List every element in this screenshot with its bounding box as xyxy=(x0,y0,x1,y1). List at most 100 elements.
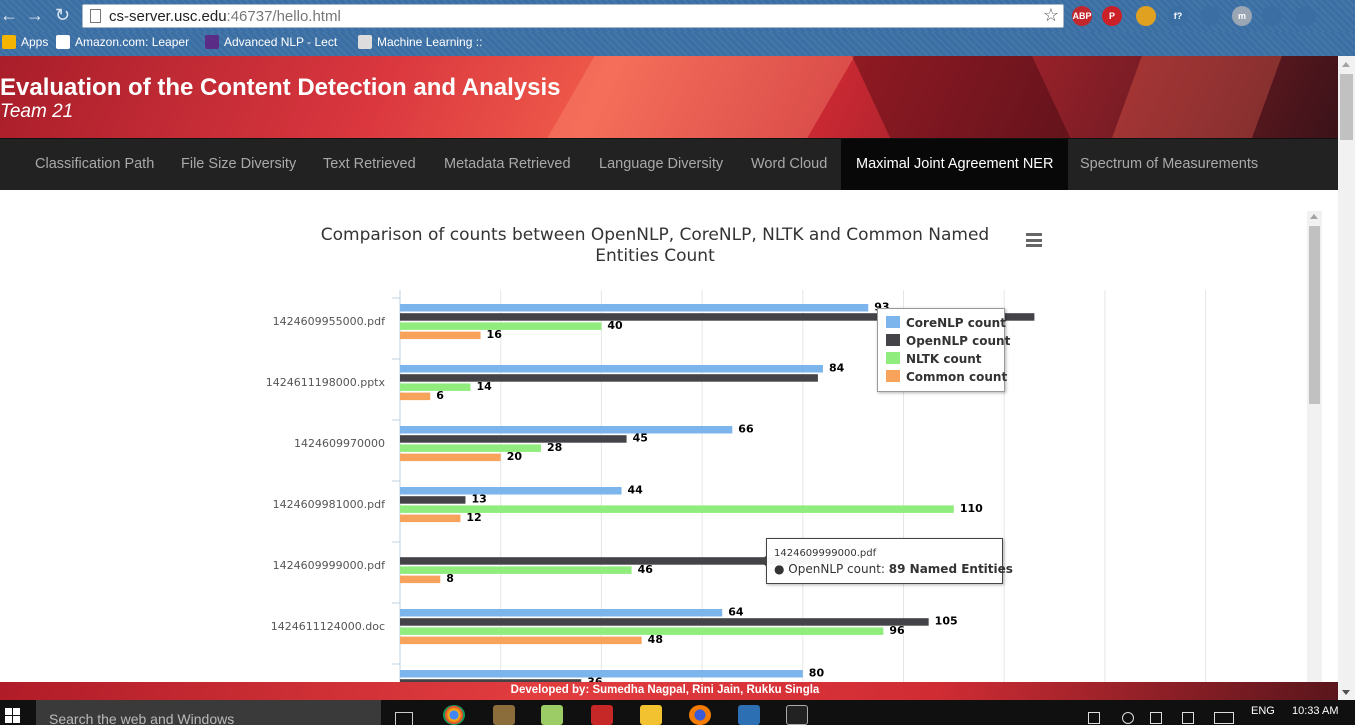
bar[interactable] xyxy=(400,304,869,312)
category-label: 1424611124000.doc xyxy=(271,620,385,633)
data-label: 66 xyxy=(738,423,754,436)
adblock-icon[interactable]: ABP xyxy=(1072,6,1092,26)
bar[interactable] xyxy=(400,505,954,513)
recycle-icon[interactable] xyxy=(1296,6,1316,26)
tab-language-diversity[interactable]: Language Diversity xyxy=(584,139,738,190)
terminal-taskbar-icon[interactable] xyxy=(786,705,808,725)
wifi-icon[interactable] xyxy=(1122,712,1134,724)
notification-icon[interactable] xyxy=(1182,712,1194,724)
address-bar[interactable]: cs-server.usc.edu:46737/hello.html ☆ xyxy=(82,4,1064,28)
page-scroll-up-icon[interactable] xyxy=(1342,62,1350,67)
keyboard-icon[interactable] xyxy=(1214,712,1234,724)
network-icon[interactable] xyxy=(1088,712,1100,724)
bookmark-item[interactable]: Advanced NLP - Lect xyxy=(205,35,337,49)
profile-icon[interactable]: m xyxy=(1232,6,1252,26)
forward-icon[interactable]: → xyxy=(26,5,44,26)
browser-toolbar: ← → ↻ cs-server.usc.edu:46737/hello.html… xyxy=(0,0,1355,32)
bar[interactable] xyxy=(400,365,823,373)
filezilla-taskbar-icon[interactable] xyxy=(591,705,613,725)
bookmark-item[interactable]: Amazon.com: Leaper xyxy=(56,35,189,49)
tab-file-size-diversity[interactable]: File Size Diversity xyxy=(166,139,311,190)
bookmark-item[interactable]: Apps xyxy=(2,35,48,49)
reload-icon[interactable]: ↻ xyxy=(55,5,70,26)
store-taskbar-icon[interactable] xyxy=(738,705,760,725)
tab-maximal-joint-agreement-ner[interactable]: Maximal Joint Agreement NER xyxy=(841,139,1069,190)
bar[interactable] xyxy=(400,496,466,504)
pinterest-icon[interactable]: P xyxy=(1102,6,1122,26)
legend-label: CoreNLP count xyxy=(906,316,1006,330)
legend-item[interactable]: Common count xyxy=(886,370,1007,384)
task-view-icon[interactable] xyxy=(395,712,413,725)
colorwheel-icon[interactable] xyxy=(1136,6,1156,26)
bar[interactable] xyxy=(400,392,431,401)
url-text[interactable]: cs-server.usc.edu:46737/hello.html xyxy=(109,8,341,25)
amazon-icon xyxy=(56,35,70,49)
sublime-taskbar-icon[interactable] xyxy=(493,705,515,725)
firefox-taskbar-icon[interactable] xyxy=(689,705,711,725)
bar[interactable] xyxy=(400,618,929,626)
language-indicator[interactable]: ENG xyxy=(1251,705,1275,717)
data-label: 96 xyxy=(889,624,905,637)
volume-icon[interactable] xyxy=(1150,712,1162,724)
taskbar-search-placeholder: Search the web and Windows xyxy=(49,711,235,725)
bookmark-item[interactable]: Machine Learning :: xyxy=(358,35,482,49)
category-label: 1424609981000.pdf xyxy=(273,498,386,511)
chart-scroll-up-icon[interactable] xyxy=(1310,214,1318,219)
bar[interactable] xyxy=(400,514,461,523)
legend-swatch xyxy=(886,334,900,346)
library-icon[interactable] xyxy=(1262,6,1282,26)
bar[interactable] xyxy=(400,566,632,574)
bookmark-star-icon[interactable]: ☆ xyxy=(1043,5,1059,26)
tab-text-retrieved[interactable]: Text Retrieved xyxy=(308,139,431,190)
cast-icon[interactable] xyxy=(1200,6,1220,26)
legend-item[interactable]: OpenNLP count xyxy=(886,334,1010,348)
bar[interactable] xyxy=(400,609,723,617)
bookmark-label: Advanced NLP - Lect xyxy=(224,35,338,49)
screen: ← → ↻ cs-server.usc.edu:46737/hello.html… xyxy=(0,0,1355,725)
legend-label: NLTK count xyxy=(906,352,982,366)
chart-legend: CoreNLP count OpenNLP count NLTK count Comm… xyxy=(877,308,1010,392)
legend-label: OpenNLP count xyxy=(906,334,1011,348)
bar[interactable] xyxy=(400,453,501,462)
explorer-taskbar-icon[interactable] xyxy=(640,705,662,725)
bar[interactable] xyxy=(400,575,441,584)
legend-item[interactable]: CoreNLP count xyxy=(886,316,1006,330)
page-scroll-thumb[interactable] xyxy=(1340,74,1353,140)
taskbar-search[interactable]: Search the web and Windows xyxy=(36,700,381,725)
tab-word-cloud[interactable]: Word Cloud xyxy=(736,139,842,190)
legend-item[interactable]: NLTK count xyxy=(886,352,982,366)
page-subtitle: Team 21 xyxy=(0,101,74,122)
tab-spectrum-of-measurements[interactable]: Spectrum of Measurements xyxy=(1065,139,1273,190)
data-label: 28 xyxy=(547,441,562,454)
data-label: 105 xyxy=(935,615,958,628)
page-title: Evaluation of the Content Detection and … xyxy=(0,74,561,101)
bookmarks-bar: Apps Amazon.com: Leaper Advanced NLP - Lec… xyxy=(0,32,1355,56)
url-host: cs-server.usc.edu xyxy=(109,8,227,25)
tab-classification-path[interactable]: Classification Path xyxy=(20,139,169,190)
chart-scroll-thumb[interactable] xyxy=(1309,226,1320,404)
bar[interactable] xyxy=(400,331,481,340)
chrome-taskbar-icon[interactable] xyxy=(443,705,465,725)
tooltip-header: 1424609999000.pdf xyxy=(774,548,877,559)
windows-start-icon[interactable] xyxy=(5,708,21,724)
course-icon xyxy=(205,35,219,49)
bar[interactable] xyxy=(400,636,642,645)
app-taskbar-icon[interactable] xyxy=(541,705,563,725)
legend-swatch xyxy=(886,316,900,328)
data-label: 13 xyxy=(471,493,486,506)
clock[interactable]: 10:33 AM xyxy=(1292,705,1338,717)
bar[interactable] xyxy=(400,374,818,382)
tab-metadata-retrieved[interactable]: Metadata Retrieved xyxy=(429,139,586,190)
data-label: 8 xyxy=(446,572,454,585)
back-icon[interactable]: ← xyxy=(0,5,18,26)
chart-container: Comparison of counts between OpenNLP, Co… xyxy=(0,190,1338,682)
page-scrollbar[interactable] xyxy=(1338,56,1355,700)
font-icon[interactable]: f? xyxy=(1168,6,1188,26)
data-label: 20 xyxy=(507,450,523,463)
bar[interactable] xyxy=(400,435,627,443)
bar[interactable] xyxy=(400,426,733,434)
bar[interactable] xyxy=(400,487,622,495)
bar[interactable] xyxy=(400,627,884,635)
main-nav: Classification Path File Size Diversity Te… xyxy=(0,138,1338,190)
page-scroll-down-icon[interactable] xyxy=(1342,690,1350,695)
